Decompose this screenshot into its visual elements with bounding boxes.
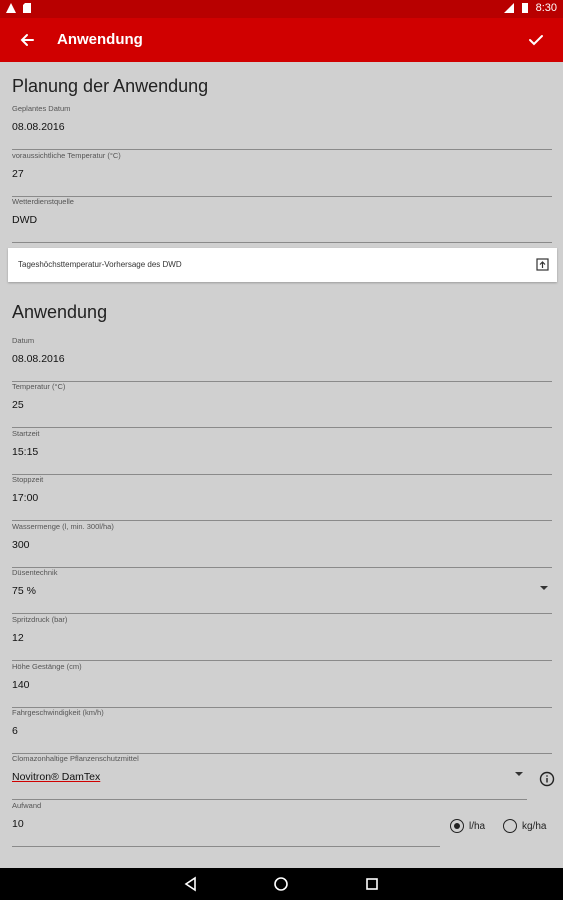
spray-pressure-field[interactable]: Spritzdruck (bar) 12	[12, 615, 552, 661]
field-value: 12	[12, 632, 24, 644]
field-value: 27	[12, 168, 24, 180]
field-label: Startzeit	[12, 429, 40, 438]
water-amount-field[interactable]: Wassermenge (l, min. 300l/ha) 300	[12, 522, 552, 568]
sd-card-icon	[23, 3, 31, 13]
page-title: Anwendung	[57, 31, 143, 48]
back-arrow-icon[interactable]	[16, 29, 38, 51]
signal-icon	[503, 3, 514, 13]
field-value: 6	[12, 725, 18, 737]
field-label: Aufwand	[12, 801, 42, 810]
field-label: Clomazonhaltige Pflanzenschutzmittel	[12, 754, 139, 763]
radio-checked-icon[interactable]	[450, 819, 464, 833]
nozzle-technique-select[interactable]: Düsentechnik 75 %	[12, 568, 552, 614]
stop-time-field[interactable]: Stoppzeit 17:00	[12, 475, 552, 521]
dropdown-arrow-icon[interactable]	[515, 772, 523, 776]
unit-label-lha: l/ha	[469, 820, 486, 832]
status-bar: 8:30	[0, 0, 563, 18]
field-value: 140	[12, 679, 30, 691]
unit-radio-kgha[interactable]: kg/ha	[503, 819, 546, 833]
system-nav-bar	[0, 868, 563, 900]
field-value: Novitron® DamTex	[12, 771, 101, 783]
battery-icon	[521, 3, 528, 13]
section-title-planung: Planung der Anwendung	[12, 76, 209, 96]
radio-unchecked-icon[interactable]	[503, 819, 517, 833]
field-label: Fahrgeschwindigkeit (km/h)	[12, 708, 104, 717]
dwd-forecast-card[interactable]: Tageshöchsttemperatur-Vorhersage des DWD	[8, 248, 557, 282]
expenditure-field[interactable]: Aufwand 10	[12, 801, 440, 847]
planned-date-field[interactable]: Geplantes Datum 08.08.2016	[12, 104, 552, 150]
temperature-field[interactable]: Temperatur (°C) 25	[12, 382, 552, 428]
field-label: Höhe Gestänge (cm)	[12, 662, 82, 671]
app-bar: Anwendung	[0, 18, 563, 62]
nav-home-icon[interactable]	[273, 876, 289, 892]
field-label: Datum	[12, 336, 35, 345]
field-label: Wetterdienstquelle	[12, 197, 74, 206]
field-value: 08.08.2016	[12, 353, 65, 365]
field-label: Temperatur (°C)	[12, 382, 66, 391]
field-label: Spritzdruck (bar)	[12, 615, 68, 624]
dwd-forecast-text: Tageshöchsttemperatur-Vorhersage des DWD	[18, 260, 182, 269]
field-value: 17:00	[12, 492, 39, 504]
field-value: DWD	[12, 214, 38, 226]
field-label: Stoppzeit	[12, 475, 44, 484]
unit-label-kgha: kg/ha	[522, 820, 547, 832]
dropdown-arrow-icon[interactable]	[540, 586, 548, 590]
open-external-icon[interactable]	[536, 258, 549, 271]
section-title-anwendung: Anwendung	[12, 302, 108, 322]
field-label: Wassermenge (l, min. 300l/ha)	[12, 522, 114, 531]
field-value: 08.08.2016	[12, 121, 65, 133]
field-label: Düsentechnik	[12, 568, 58, 577]
driving-speed-field[interactable]: Fahrgeschwindigkeit (km/h) 6	[12, 708, 552, 754]
date-field[interactable]: Datum 08.08.2016	[12, 336, 552, 382]
unit-radio-lha[interactable]: l/ha	[450, 819, 485, 833]
weather-source-field[interactable]: Wetterdienstquelle DWD	[12, 197, 552, 243]
field-label: Geplantes Datum	[12, 104, 71, 113]
planned-temperature-field[interactable]: voraussichtliche Temperatur (°C) 27	[12, 151, 552, 197]
field-value: 25	[12, 399, 24, 411]
confirm-check-icon[interactable]	[525, 29, 547, 51]
form-content: Planung der Anwendung Geplantes Datum 08…	[0, 62, 563, 868]
nav-recents-icon[interactable]	[364, 876, 380, 892]
field-value: 15:15	[12, 446, 39, 458]
info-icon[interactable]	[539, 771, 555, 787]
start-time-field[interactable]: Startzeit 15:15	[12, 429, 552, 475]
boom-height-field[interactable]: Höhe Gestänge (cm) 140	[12, 662, 552, 708]
status-time: 8:30	[535, 2, 557, 14]
field-value: 10	[12, 818, 24, 830]
field-value: 75 %	[12, 585, 36, 597]
field-label: voraussichtliche Temperatur (°C)	[12, 151, 121, 160]
warning-icon	[6, 3, 16, 13]
field-value: 300	[12, 539, 30, 551]
plant-protection-product-select[interactable]: Clomazonhaltige Pflanzenschutzmittel Nov…	[12, 754, 527, 800]
nav-back-icon[interactable]	[183, 876, 199, 892]
